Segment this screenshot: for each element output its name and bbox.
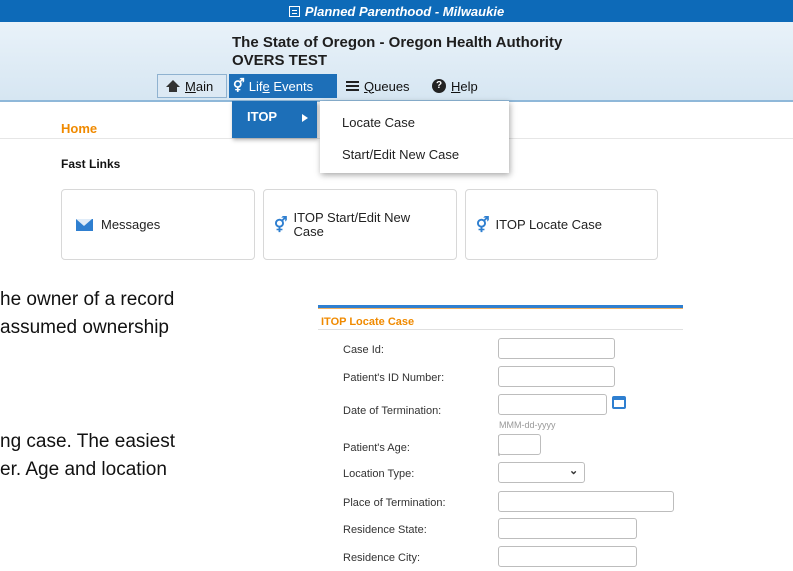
itop-locate-card[interactable]: ⚥ ITOP Locate Case (465, 189, 658, 260)
nav-life-events[interactable]: ⚥ Life Events (229, 74, 337, 98)
page-title: Home (61, 121, 98, 136)
menu-item-start-edit-new-case[interactable]: Start/Edit New Case (342, 147, 459, 162)
residence-state-input[interactable] (498, 518, 637, 539)
case-id-input[interactable] (498, 338, 615, 359)
chevron-down-icon: ⌄ (569, 465, 579, 477)
nav-queues[interactable]: Queues (344, 74, 428, 98)
nav-queues-label: Queues (364, 78, 410, 94)
gender-icon: ⚥ (476, 216, 490, 234)
messages-card[interactable]: Messages (61, 189, 255, 260)
list-icon (346, 81, 359, 91)
nav-help-label: Help (451, 78, 478, 94)
date-format-hint: MMM-dd-yyyy (499, 420, 556, 430)
date-of-termination-label: Date of Termination: (343, 405, 442, 417)
envelope-icon (76, 218, 93, 231)
chevron-right-icon (302, 114, 308, 122)
itop-locate-card-label: ITOP Locate Case (495, 217, 603, 232)
body-text-line: he owner of a record (0, 289, 175, 310)
calendar-icon[interactable] (612, 396, 626, 409)
patient-age-input[interactable] (498, 434, 541, 455)
date-of-termination-input[interactable] (498, 394, 607, 415)
panel-title: ITOP Locate Case (321, 316, 415, 328)
help-icon: ? (432, 79, 446, 93)
patient-id-input[interactable] (498, 366, 615, 387)
body-text-line: er. Age and location (0, 459, 167, 480)
divider (318, 329, 683, 330)
menu-item-locate-case[interactable]: Locate Case (342, 115, 415, 130)
body-text-line: assumed ownership (0, 317, 169, 338)
case-id-label: Case Id: (343, 344, 384, 356)
nav-life-events-label: Life Events (248, 78, 314, 94)
environment-label: OVERS TEST (232, 52, 328, 69)
patient-id-label: Patient's ID Number: (343, 372, 445, 384)
gender-icon: ⚥ (233, 78, 245, 93)
itop-start-card-label: ITOP Start/Edit New Case (293, 209, 411, 239)
agency-title: The State of Oregon - Oregon Health Auth… (232, 34, 563, 51)
home-icon (166, 79, 180, 92)
place-of-termination-input[interactable] (498, 491, 674, 512)
fast-links-heading: Fast Links (61, 157, 121, 171)
organization-name: Planned Parenthood - Milwaukie (304, 3, 505, 19)
panel-accent-border (318, 308, 683, 309)
nav-help[interactable]: ? Help (432, 74, 488, 98)
gender-icon: ⚥ (274, 216, 288, 234)
building-icon (288, 5, 300, 17)
messages-card-label: Messages (101, 217, 161, 232)
nav-main-label: Main (185, 78, 214, 94)
patient-age-label: Patient's Age: (343, 442, 410, 454)
submenu-item-itop[interactable]: ITOP (247, 109, 277, 124)
nav-main[interactable]: Main (157, 74, 227, 98)
residence-city-input[interactable] (498, 546, 637, 567)
place-of-termination-label: Place of Termination: (343, 497, 446, 509)
residence-city-label: Residence City: (343, 552, 421, 564)
body-text-line: ng case. The easiest (0, 431, 175, 452)
organization-link[interactable]: Planned Parenthood - Milwaukie (0, 0, 793, 22)
location-type-label: Location Type: (343, 468, 415, 480)
residence-state-label: Residence State: (343, 524, 427, 536)
itop-flyout-menu (320, 101, 509, 173)
itop-start-edit-card[interactable]: ⚥ ITOP Start/Edit New Case (263, 189, 457, 260)
